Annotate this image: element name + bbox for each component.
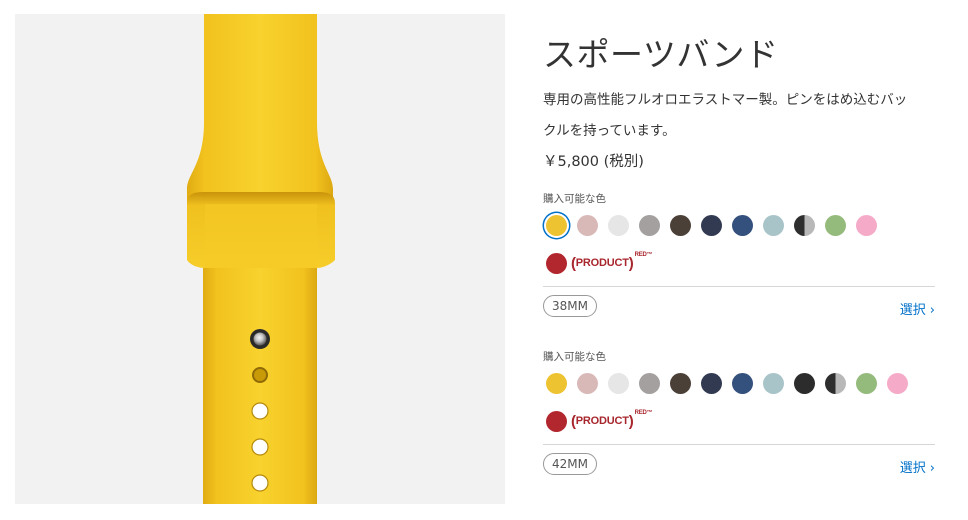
product-price: ￥5,800 (税別)	[543, 154, 644, 170]
swatch-black-split[interactable]	[825, 372, 846, 394]
swatch-green[interactable]	[825, 214, 846, 236]
swatch-stone[interactable]	[639, 372, 660, 394]
swatch-yellow[interactable]	[546, 214, 567, 236]
product-image	[15, 14, 505, 504]
size-badge-42mm: 42MM	[543, 453, 597, 475]
swatch-cocoa[interactable]	[670, 372, 691, 394]
size-group-38mm: 購入可能な色 (PRODUCT)RED™ 38MM 選択 ›	[543, 190, 935, 327]
swatch-black[interactable]	[794, 372, 815, 394]
swatch-midnight-blue[interactable]	[701, 214, 722, 236]
swatch-light-pink[interactable]	[887, 372, 908, 394]
swatch-pink-sand[interactable]	[577, 372, 598, 394]
swatch-product-red[interactable]	[546, 410, 567, 432]
swatch-white[interactable]	[608, 372, 629, 394]
swatch-light-blue[interactable]	[763, 214, 784, 236]
swatch-cocoa[interactable]	[670, 214, 691, 236]
swatch-midnight-blue[interactable]	[701, 372, 722, 394]
product-red-row[interactable]: (PRODUCT)RED™	[543, 248, 935, 278]
product-red-row[interactable]: (PRODUCT)RED™	[543, 406, 935, 436]
size-group-42mm: 購入可能な色 (PRODUCT)RED™ 42MM 選択 ›	[543, 348, 935, 485]
swatch-yellow[interactable]	[546, 372, 567, 394]
sport-band-illustration	[187, 14, 335, 504]
swatch-light-pink[interactable]	[856, 214, 877, 236]
color-swatch-list	[543, 209, 935, 241]
available-colors-label: 購入可能な色	[543, 193, 606, 205]
product-title: スポーツバンド	[543, 35, 779, 74]
swatch-product-red[interactable]	[546, 252, 567, 274]
size-row: 38MM 選択 ›	[543, 287, 935, 327]
available-colors-label: 購入可能な色	[543, 351, 606, 363]
select-38mm-link[interactable]: 選択 ›	[900, 299, 935, 318]
size-row: 42MM 選択 ›	[543, 445, 935, 485]
swatch-pink-sand[interactable]	[577, 214, 598, 236]
product-red-logo: (PRODUCT)RED™	[571, 409, 653, 430]
product-red-logo: (PRODUCT)RED™	[571, 251, 653, 272]
select-42mm-link[interactable]: 選択 ›	[900, 457, 935, 476]
size-badge-38mm: 38MM	[543, 295, 597, 317]
swatch-white[interactable]	[608, 214, 629, 236]
chevron-right-icon: ›	[929, 303, 935, 318]
swatch-green[interactable]	[856, 372, 877, 394]
swatch-ocean-blue[interactable]	[732, 372, 753, 394]
color-swatch-list	[543, 367, 935, 399]
swatch-stone[interactable]	[639, 214, 660, 236]
product-description: 専用の高性能フルオロエラストマー製。ピンをはめ込むバックルを持っています。	[543, 92, 908, 139]
swatch-black-split[interactable]	[794, 214, 815, 236]
swatch-light-blue[interactable]	[763, 372, 784, 394]
swatch-ocean-blue[interactable]	[732, 214, 753, 236]
chevron-right-icon: ›	[929, 461, 935, 476]
